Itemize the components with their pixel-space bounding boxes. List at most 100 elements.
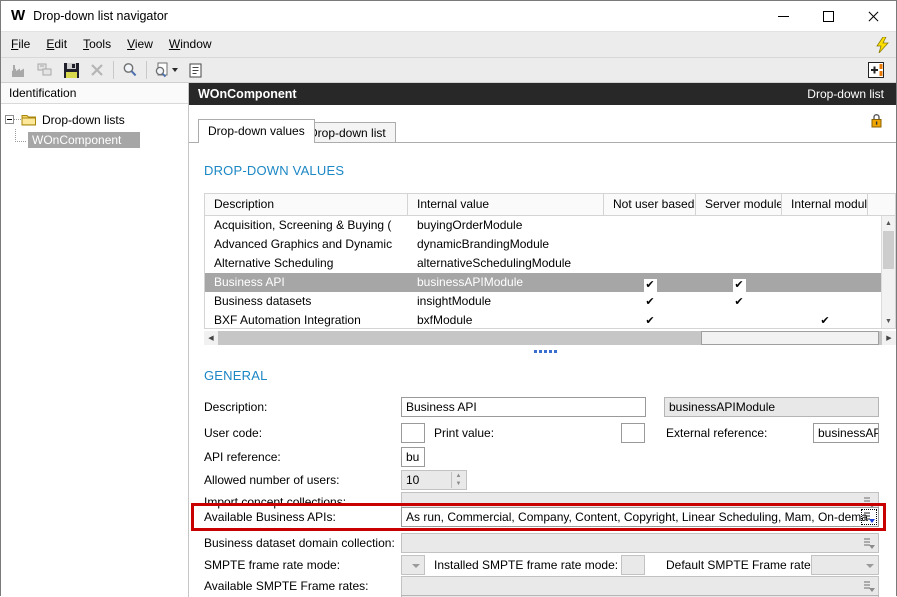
- column-header[interactable]: Description: [205, 194, 408, 215]
- close-button[interactable]: [851, 1, 896, 31]
- description-input[interactable]: Business API: [401, 397, 646, 417]
- column-header[interactable]: Server module: [696, 194, 782, 215]
- internal-value-readonly-field: businessAPIModule: [664, 397, 879, 417]
- tree-item-woncomponent[interactable]: WOnComponent: [1, 130, 188, 149]
- check-cell: [782, 235, 868, 254]
- detail-title: WOnComponent: [198, 87, 297, 101]
- splitter-handle[interactable]: [534, 350, 537, 353]
- scroll-down-icon[interactable]: ▼: [882, 314, 895, 328]
- column-header[interactable]: Not user based: [604, 194, 696, 215]
- table-row[interactable]: BXF Automation IntegrationbxfModule✔✔: [205, 311, 895, 330]
- check-cell: ✔: [696, 292, 782, 311]
- text-cell: buyingOrderModule: [408, 216, 604, 235]
- scrollbar-thumb[interactable]: [883, 231, 894, 269]
- spinner-arrows-icon[interactable]: ▲▼: [451, 472, 465, 488]
- collection-selector-icon[interactable]: [862, 536, 876, 550]
- table-row[interactable]: Advanced Graphics and DynamicdynamicBran…: [205, 235, 895, 254]
- dropdown-values-table: DescriptionInternal valueNot user basedS…: [204, 193, 896, 329]
- check-cell: ✔: [604, 311, 696, 330]
- table-row[interactable]: Alternative SchedulingalternativeSchedul…: [205, 254, 895, 273]
- scroll-right-icon[interactable]: ▶: [882, 331, 896, 345]
- tree-collapse-icon[interactable]: [5, 115, 14, 124]
- search-document-icon[interactable]: [150, 59, 182, 81]
- print-value-input[interactable]: [621, 423, 645, 443]
- general-section-title: GENERAL: [204, 368, 268, 383]
- default-smpte-dropdown[interactable]: [811, 555, 879, 575]
- text-cell: BXF Automation Integration: [205, 311, 408, 330]
- tab-dropdown-values[interactable]: Drop-down values: [198, 119, 315, 143]
- window-title: Drop-down list navigator: [33, 9, 168, 23]
- user-code-input[interactable]: [401, 423, 425, 443]
- allowed-users-label: Allowed number of users:: [204, 470, 339, 490]
- check-cell: [604, 216, 696, 235]
- api-reference-label: API reference:: [204, 447, 281, 467]
- table-row[interactable]: Acquisition, Screening & Buying (buyingO…: [205, 216, 895, 235]
- copy-icon[interactable]: [32, 59, 58, 81]
- check-cell: ✔: [782, 311, 868, 330]
- check-cell: [782, 216, 868, 235]
- check-cell: ✔: [696, 273, 782, 292]
- text-cell: Business API: [205, 273, 408, 292]
- external-reference-input[interactable]: businessAPI: [813, 423, 879, 443]
- available-apis-field[interactable]: As run, Commercial, Company, Content, Co…: [401, 507, 879, 527]
- dropdown-arrow-icon: [412, 564, 420, 568]
- add-layout-icon[interactable]: [863, 59, 889, 81]
- table-row[interactable]: Business APIbusinessAPIModule✔✔: [205, 273, 895, 292]
- dataset-domain-label: Business dataset domain collection:: [204, 533, 395, 553]
- text-cell: Business datasets: [205, 292, 408, 311]
- user-code-label: User code:: [204, 423, 262, 443]
- column-header[interactable]: Internal module: [782, 194, 868, 215]
- text-cell: dynamicBrandingModule: [408, 235, 604, 254]
- installed-smpte-field[interactable]: [621, 555, 645, 575]
- values-section-title: DROP-DOWN VALUES: [204, 163, 344, 178]
- checkmark-icon: ✔: [645, 296, 654, 308]
- lightning-icon: [876, 37, 889, 53]
- description-label: Description:: [204, 397, 267, 417]
- column-header[interactable]: Internal value: [408, 194, 604, 215]
- allowed-users-spinner[interactable]: 10 ▲▼: [401, 470, 467, 490]
- check-cell: [604, 254, 696, 273]
- checkmark-icon: ✔: [645, 315, 654, 327]
- menu-file[interactable]: File: [3, 37, 38, 51]
- tree-item-dropdown-lists[interactable]: Drop-down lists: [1, 110, 188, 129]
- check-cell: [696, 311, 782, 330]
- menu-edit[interactable]: Edit: [38, 37, 75, 51]
- detail-header: WOnComponent Drop-down list: [189, 83, 896, 105]
- check-cell: [696, 216, 782, 235]
- search-icon[interactable]: [117, 59, 143, 81]
- table-horizontal-scrollbar[interactable]: ◀ ▶: [204, 331, 896, 345]
- save-icon[interactable]: [58, 59, 84, 81]
- available-smpte-field[interactable]: [401, 576, 879, 596]
- toolbar: [1, 57, 896, 83]
- document-icon[interactable]: [182, 59, 208, 81]
- table-vertical-scrollbar[interactable]: ▲ ▼: [881, 216, 895, 328]
- navigation-tree: Drop-down lists WOnComponent: [1, 104, 188, 149]
- scroll-left-icon[interactable]: ◀: [204, 331, 218, 345]
- menu-view[interactable]: View: [119, 37, 161, 51]
- dataset-domain-field[interactable]: [401, 533, 879, 553]
- scroll-up-icon[interactable]: ▲: [882, 216, 895, 230]
- menu-tools[interactable]: Tools: [75, 37, 119, 51]
- collection-selector-icon[interactable]: [862, 510, 876, 524]
- text-cell: Acquisition, Screening & Buying (: [205, 216, 408, 235]
- menu-window[interactable]: Window: [161, 37, 220, 51]
- checkmark-icon: ✔: [734, 296, 743, 308]
- minimize-button[interactable]: [761, 1, 806, 31]
- check-cell: [696, 254, 782, 273]
- navigator-panel: Identification Drop-down lists: [1, 83, 189, 597]
- dropdown-arrow-icon: [866, 564, 874, 568]
- maximize-button[interactable]: [806, 1, 851, 31]
- scrollbar-thumb[interactable]: [701, 331, 879, 345]
- api-reference-input[interactable]: bu: [401, 447, 425, 467]
- smpte-mode-dropdown[interactable]: [401, 555, 425, 575]
- collection-selector-icon[interactable]: [862, 579, 876, 593]
- delete-icon[interactable]: [84, 59, 110, 81]
- identification-header: Identification: [1, 83, 188, 104]
- check-cell: [696, 235, 782, 254]
- text-cell: businessAPIModule: [408, 273, 604, 292]
- checkmark-icon: ✔: [733, 279, 746, 292]
- check-cell: ✔: [604, 292, 696, 311]
- factory-icon[interactable]: [6, 59, 32, 81]
- check-cell: [604, 235, 696, 254]
- table-row[interactable]: Business datasetsinsightModule✔✔: [205, 292, 895, 311]
